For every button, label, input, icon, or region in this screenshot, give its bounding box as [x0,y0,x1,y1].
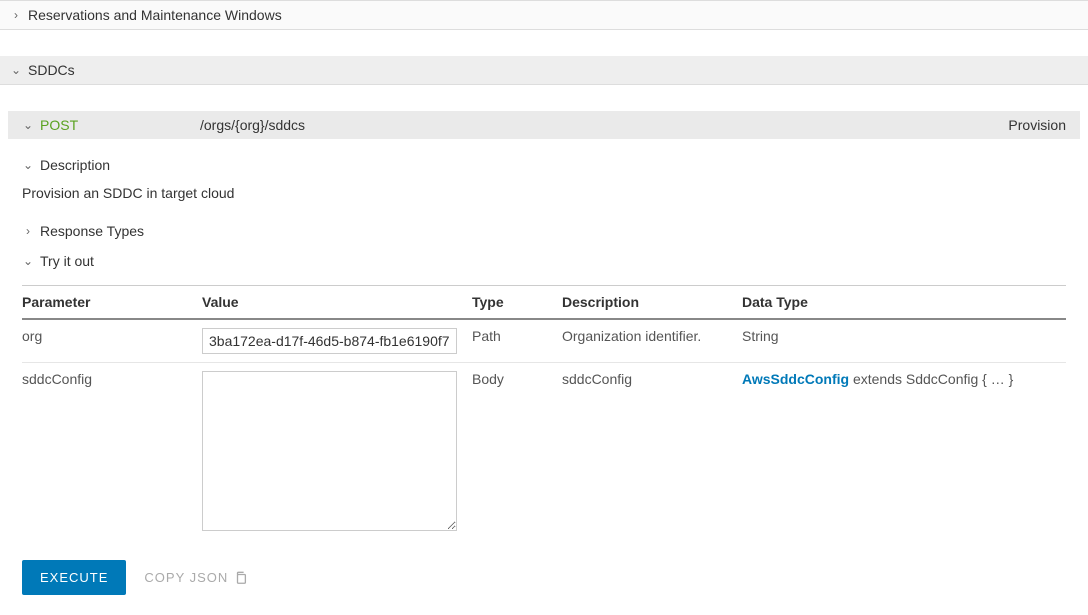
th-parameter: Parameter [22,286,202,320]
actions-bar: EXECUTE COPY JSON [22,560,1066,595]
chevron-down-icon: ⌄ [10,63,22,77]
chevron-down-icon: ⌄ [22,254,34,268]
param-name: org [22,319,202,363]
chevron-down-icon: ⌄ [22,118,34,132]
sddcconfig-textarea[interactable] [202,371,457,531]
parameters-table: Parameter Value Type Description Data Ty… [22,285,1066,542]
panel-reservations-title: Reservations and Maintenance Windows [28,7,282,23]
param-type: Body [472,363,562,543]
org-input[interactable] [202,328,457,354]
endpoint-header[interactable]: ⌄ POST /orgs/{org}/sddcs Provision [8,111,1080,139]
panel-sddcs-title: SDDCs [28,62,75,78]
param-desc: Organization identifier. [562,319,742,363]
toggle-try-it-out[interactable]: ⌄ Try it out [22,245,1066,275]
datatype-rest: extends SddcConfig { … } [849,371,1013,387]
toggle-response-types[interactable]: › Response Types [22,215,1066,245]
param-datatype: AwsSddcConfig extends SddcConfig { … } [742,363,1066,543]
endpoint-body: ⌄ Description Provision an SDDC in targe… [0,139,1088,615]
panel-sddcs[interactable]: ⌄ SDDCs [0,56,1088,85]
copy-icon [234,571,248,585]
param-type: Path [472,319,562,363]
description-label: Description [40,157,110,173]
datatype-link[interactable]: AwsSddcConfig [742,371,849,387]
endpoint-summary: Provision [1008,117,1066,133]
param-name: sddcConfig [22,363,202,543]
th-value: Value [202,286,472,320]
param-datatype: String [742,319,1066,363]
copy-json-button[interactable]: COPY JSON [144,570,248,585]
chevron-down-icon: ⌄ [22,158,34,172]
param-desc: sddcConfig [562,363,742,543]
table-row: org Path Organization identifier. String [22,319,1066,363]
chevron-right-icon: › [22,224,34,238]
execute-button[interactable]: EXECUTE [22,560,126,595]
http-method: POST [40,117,200,133]
description-text: Provision an SDDC in target cloud [22,179,1066,215]
toggle-description[interactable]: ⌄ Description [22,149,1066,179]
copy-json-label: COPY JSON [144,570,228,585]
th-type: Type [472,286,562,320]
panel-reservations[interactable]: › Reservations and Maintenance Windows [0,0,1088,30]
chevron-right-icon: › [10,8,22,22]
th-description: Description [562,286,742,320]
endpoint-path: /orgs/{org}/sddcs [200,117,1008,133]
response-types-label: Response Types [40,223,144,239]
try-it-out-label: Try it out [40,253,94,269]
table-row: sddcConfig Body sddcConfig AwsSddcConfig… [22,363,1066,543]
th-data-type: Data Type [742,286,1066,320]
